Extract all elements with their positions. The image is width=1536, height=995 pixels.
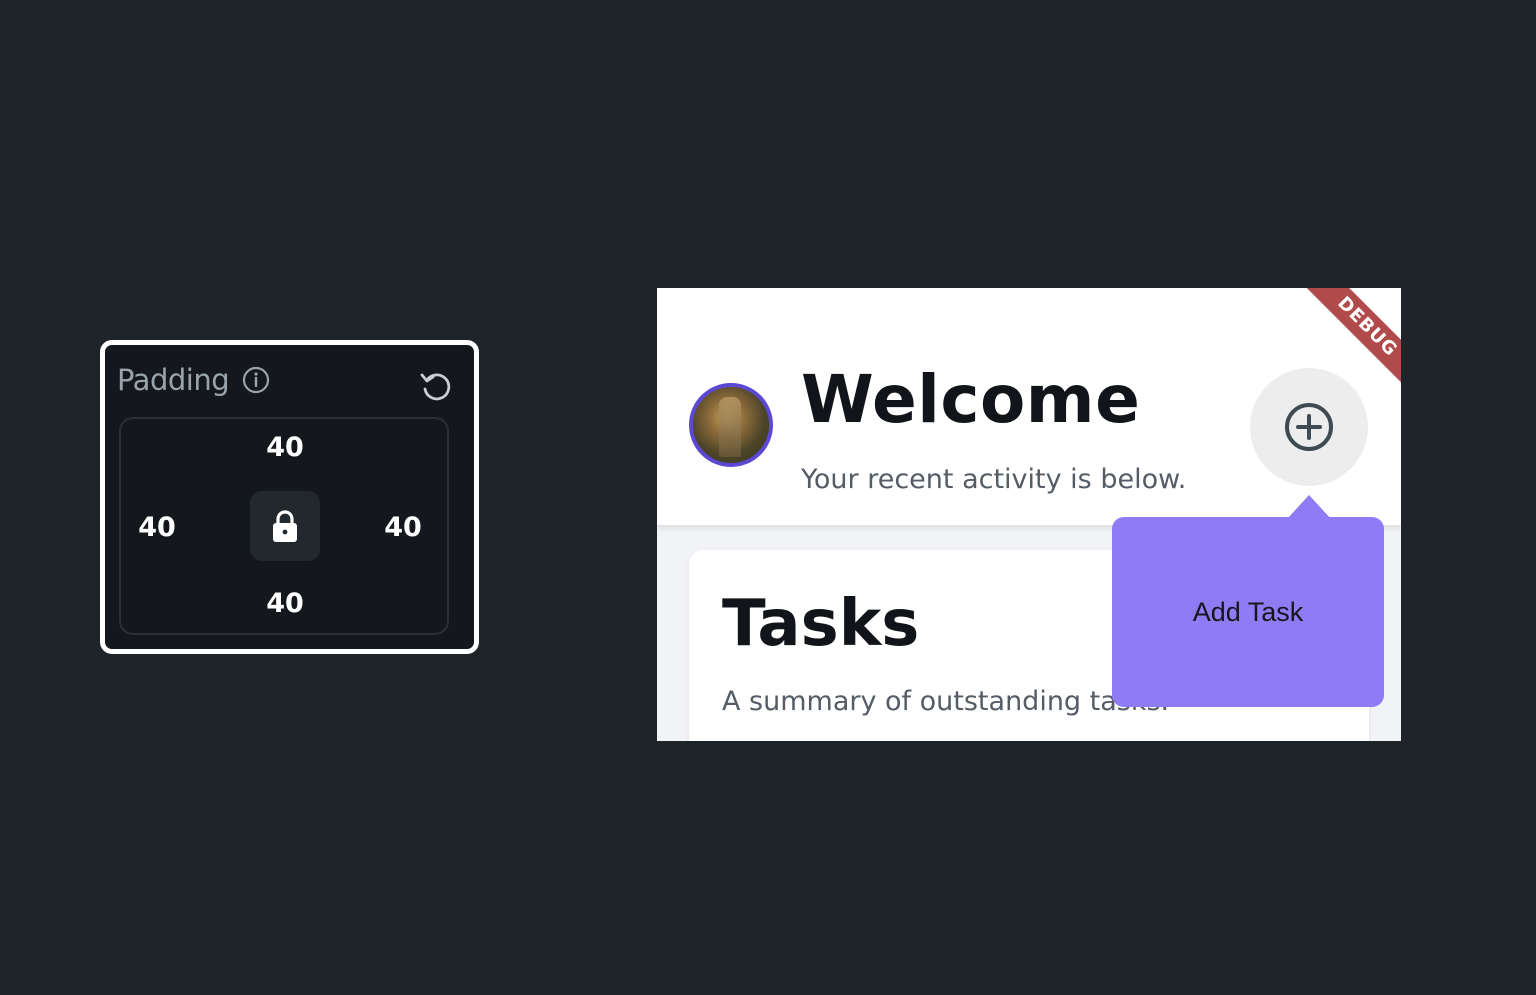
- padding-top-input[interactable]: 40: [255, 431, 315, 465]
- app-preview: Welcome Your recent activity is below. D…: [657, 288, 1401, 741]
- lock-button[interactable]: [250, 491, 320, 561]
- padding-title: Padding: [117, 363, 230, 397]
- add-circle-icon: [1285, 403, 1333, 451]
- padding-editor: 40 40 40 40: [119, 417, 449, 635]
- avatar: [689, 383, 773, 467]
- reset-icon[interactable]: [418, 369, 454, 405]
- welcome-subtitle: Your recent activity is below.: [801, 464, 1187, 495]
- add-task-button[interactable]: [1250, 368, 1368, 486]
- welcome-title: Welcome: [801, 361, 1141, 438]
- tasks-title: Tasks: [722, 587, 920, 661]
- tooltip-label: Add Task: [1192, 596, 1304, 627]
- padding-right-input[interactable]: 40: [373, 511, 433, 545]
- padding-panel-header: Padding: [117, 363, 271, 397]
- avatar-image: [719, 397, 741, 457]
- tooltip-arrow: [1287, 495, 1331, 519]
- info-icon[interactable]: [241, 365, 271, 395]
- add-task-tooltip: Add Task: [1112, 517, 1384, 707]
- lock-icon: [273, 510, 297, 542]
- tasks-subtitle: A summary of outstanding tasks.: [722, 686, 1170, 717]
- padding-panel: Padding 40 40 40 40: [100, 340, 479, 654]
- padding-bottom-input[interactable]: 40: [255, 587, 315, 621]
- app-header: Welcome Your recent activity is below. D…: [657, 288, 1401, 525]
- padding-left-input[interactable]: 40: [127, 511, 187, 545]
